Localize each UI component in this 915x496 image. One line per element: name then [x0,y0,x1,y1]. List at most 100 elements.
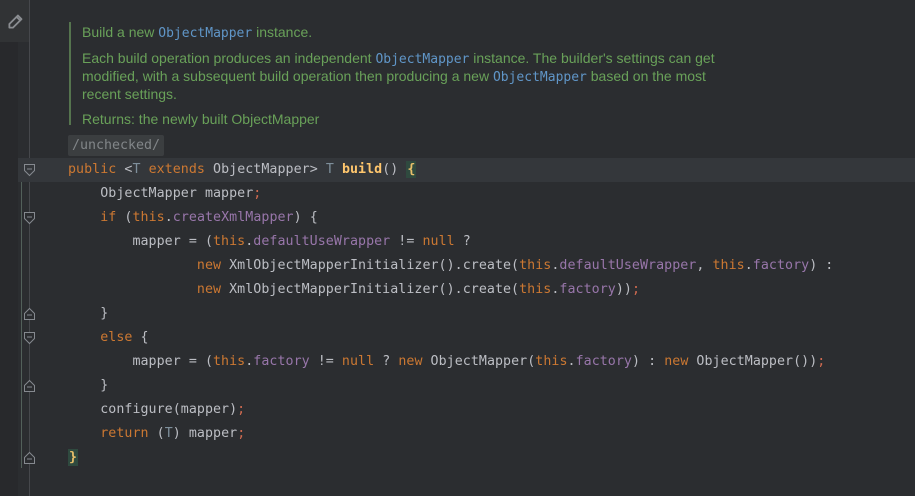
code-line-text: if (this.createXmlMapper) { [68,206,318,230]
code-line[interactable]: configure(mapper); [0,398,915,422]
code-token: ? [374,354,398,369]
code-token [68,330,100,345]
code-line[interactable]: mapper = (this.defaultUseWrapper != null… [0,230,915,254]
code-line[interactable]: public <T extends ObjectMapper> T build(… [0,158,915,182]
fold-marker-icon[interactable] [23,451,36,465]
doc-text: instance. [252,24,312,40]
code-token: public [68,162,124,177]
doc-line: modified, with a subsequent build operat… [82,68,822,86]
code-line-text: } [68,374,108,398]
code-line-text: else { [68,326,149,350]
code-line[interactable]: mapper = (this.factory != null ? new Obj… [0,350,915,374]
code-token: if [100,210,116,225]
code-token: } [68,306,108,321]
code-line-text: configure(mapper); [68,398,245,422]
code-token: extends [149,162,205,177]
code-token: ; [253,186,261,201]
matched-brace: { [406,161,416,178]
code-line[interactable]: if (this.createXmlMapper) { [0,206,915,230]
code-token: != [390,234,422,249]
doc-edit-toggle[interactable] [0,0,30,42]
code-token [68,282,197,297]
doc-code-ref[interactable]: ObjectMapper [493,70,587,85]
code-token: factory [253,354,309,369]
fold-marker-icon[interactable] [23,163,36,177]
code-token: ) : [809,258,833,273]
code-token: T [132,162,140,177]
code-token: ( [116,210,132,225]
code-token: build [342,162,382,177]
code-line[interactable]: } [0,374,915,398]
code-token: new [664,354,688,369]
code-line-text: public <T extends ObjectMapper> T build(… [68,158,416,182]
doc-code-ref[interactable]: ObjectMapper [375,52,469,67]
code-line-text: } [68,446,78,470]
doc-code-ref[interactable]: ObjectMapper [158,26,252,41]
code-line[interactable]: } [0,302,915,326]
code-token: ; [817,354,825,369]
code-token: T [326,162,334,177]
doc-paragraph: Returns: the newly built ObjectMapper [82,111,822,128]
code-line[interactable]: new XmlObjectMapperInitializer().create(… [0,278,915,302]
code-token: else [100,330,132,345]
javadoc-rendered-comment: Build a new ObjectMapper instance. Each b… [82,24,822,136]
code-token: new [398,354,422,369]
code-line[interactable]: new XmlObjectMapperInitializer().create(… [0,254,915,278]
code-token: . [165,210,173,225]
code-token: this [132,210,164,225]
code-token: ) { [294,210,318,225]
code-token: ObjectMapper mapper [68,186,253,201]
code-token: () [382,162,406,177]
code-line-text: return (T) mapper; [68,422,245,446]
code-token: } [68,378,108,393]
code-line-text: new XmlObjectMapperInitializer().create(… [68,254,833,278]
code-token: ; [237,426,245,441]
code-line-text: } [68,302,108,326]
code-token: ) : [632,354,664,369]
code-token: )) [616,282,632,297]
folded-annotation[interactable]: /unchecked/ [68,135,164,156]
fold-marker-icon[interactable] [23,211,36,225]
doc-text: Returns: the newly built ObjectMapper [82,111,319,127]
code-token: configure(mapper) [68,402,237,417]
code-token: { [132,330,148,345]
code-token: mapper = ( [68,234,213,249]
code-line-text: new XmlObjectMapperInitializer().create(… [68,278,640,302]
code-token: this [213,234,245,249]
fold-marker-icon[interactable] [23,379,36,393]
row-band [18,302,915,326]
doc-line: recent settings. [82,86,822,103]
code-line[interactable]: ObjectMapper mapper; [0,182,915,206]
code-token: ; [632,282,640,297]
code-token: ObjectMapper()) [688,354,817,369]
code-token [68,258,197,273]
folded-annotation-row: /unchecked/ [0,134,915,158]
code-line[interactable]: return (T) mapper; [0,422,915,446]
code-token: mapper = ( [68,354,213,369]
code-token [334,162,342,177]
row-band [18,326,915,350]
doc-text: recent settings. [82,86,177,102]
code-line[interactable]: } [0,446,915,470]
code-line[interactable]: else { [0,326,915,350]
code-token [68,210,100,225]
code-editor: Build a new ObjectMapper instance. Each b… [0,0,915,496]
doc-line: Returns: the newly built ObjectMapper [82,111,822,128]
code-token: this [519,258,551,273]
code-token: . [745,258,753,273]
code-token [141,162,149,177]
doc-line: Each build operation produces an indepen… [82,50,822,68]
fold-marker-icon[interactable] [23,331,36,345]
code-area[interactable]: /unchecked/ public <T extends ObjectMapp… [0,134,915,470]
code-token: ? [455,234,471,249]
fold-marker-icon[interactable] [23,307,36,321]
code-token: null [422,234,454,249]
doc-paragraph: Build a new ObjectMapper instance. [82,24,822,42]
code-token: this [535,354,567,369]
row-band [18,446,915,470]
code-token: ObjectMapper> [205,162,326,177]
code-token: XmlObjectMapperInitializer().create( [221,258,519,273]
doc-text: Build a new [82,24,158,40]
code-line-text: mapper = (this.defaultUseWrapper != null… [68,230,471,254]
code-token: factory [753,258,809,273]
